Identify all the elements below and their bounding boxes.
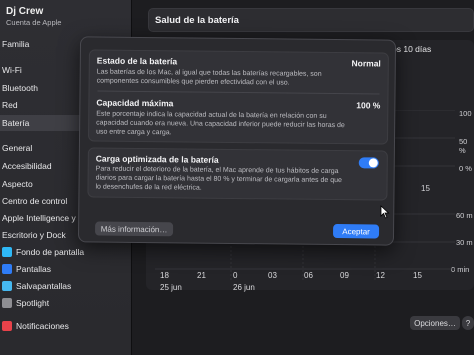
optimized-charging-title: Carga optimizada de la batería [95,153,219,165]
axis-label-50: 50 % [459,137,468,155]
window-titlebar: Salud de la batería [148,8,474,32]
spotlight-icon [2,298,12,308]
sidebar-item-label: Bluetooth [2,83,38,93]
battery-health-dialog: Estado de la batería Normal Las baterías… [77,36,397,246]
x-date-25-jun: 25 jun [160,283,182,292]
battery-info-card: Estado de la batería Normal Las baterías… [87,49,389,145]
axis-label-0: 0 % [459,164,472,173]
sidebar-item-label: Batería [2,118,30,128]
x-date-26-jun: 26 jun [233,283,255,292]
axis-label-30m: 30 m [456,238,473,247]
x-tick-03: 03 [268,271,277,280]
profile-name: Dj Crew [6,6,44,17]
sidebar-item-label: Familia [2,39,30,49]
toggle-knob [368,158,378,168]
display-icon [2,264,12,274]
max-capacity-title: Capacidad máxima [96,97,174,109]
sidebar-item-label: Fondo de pantalla [16,247,85,257]
battery-state-description: Las baterías de los Mac, al igual que to… [96,68,322,87]
x-tick-15: 15 [413,271,422,280]
notifications-icon [2,321,12,331]
sidebar-item-label: Notificaciones [16,321,69,331]
sidebar-item-label: Apple Intelligence y Siri [2,213,91,223]
accept-button[interactable]: Aceptar [332,224,380,239]
x-tick-09: 09 [340,271,349,280]
sidebar-item-salvapantallas[interactable]: Salvapantallas [0,278,132,294]
profile-subtitle: Cuenta de Apple [6,18,62,27]
max-capacity-value: 100 % [356,100,381,111]
help-button[interactable]: ? [462,316,474,330]
optimized-charging-toggle[interactable] [358,157,379,169]
profile[interactable]: Dj Crew Cuenta de Apple [6,6,61,27]
sidebar-item-label: Accesibilidad [2,161,52,171]
mouse-cursor-icon [380,205,390,219]
options-button[interactable]: Opciones… [410,316,460,330]
x-tick-21: 21 [197,271,206,280]
optimized-charging-description: Para reducir el deterioro de la batería,… [95,165,342,192]
sidebar-item-label: Spotlight [16,298,50,308]
page-title: Salud de la batería [155,15,239,26]
x-tick-18: 18 [160,271,169,280]
sidebar-item-label: Salvapantallas [16,281,72,291]
battery-state-title: Estado de la batería [96,55,178,67]
sidebar-item-label: Centro de control [2,196,68,206]
battery-state-value: Normal [351,58,381,69]
wallpaper-icon [2,247,12,257]
sidebar-item-label: Escritorio y Dock [2,230,66,240]
x-tick-06: 06 [304,271,313,280]
more-info-button[interactable]: Más información… [95,221,174,237]
sidebar-item-label: Pantallas [16,264,51,274]
sidebar-item-notificaciones[interactable]: Notificaciones [0,318,132,334]
x-tick-0: 0 [233,271,238,280]
sidebar-item-label: General [2,143,33,153]
sidebar-item-label: Aspecto [2,179,33,189]
sidebar-item-fondo-pantalla[interactable]: Fondo de pantalla [0,244,132,260]
optimized-charging-card: Carga optimizada de la batería Para redu… [87,147,388,201]
sidebar-item-label: Red [2,100,18,110]
range-segment-10-days[interactable]: os 10 días [392,44,474,60]
axis-label-100: 100 [459,109,472,118]
screensaver-icon [2,281,12,291]
sidebar-item-label: Wi-Fi [2,65,22,75]
axis-label-60m: 60 m [456,211,473,220]
sidebar-item-spotlight[interactable]: Spotlight [0,295,132,311]
max-capacity-description: Este porcentaje indica la capacidad actu… [96,110,345,137]
sidebar-item-pantallas[interactable]: Pantallas [0,261,132,277]
x-tick-12: 12 [376,271,385,280]
card-divider [97,90,380,95]
